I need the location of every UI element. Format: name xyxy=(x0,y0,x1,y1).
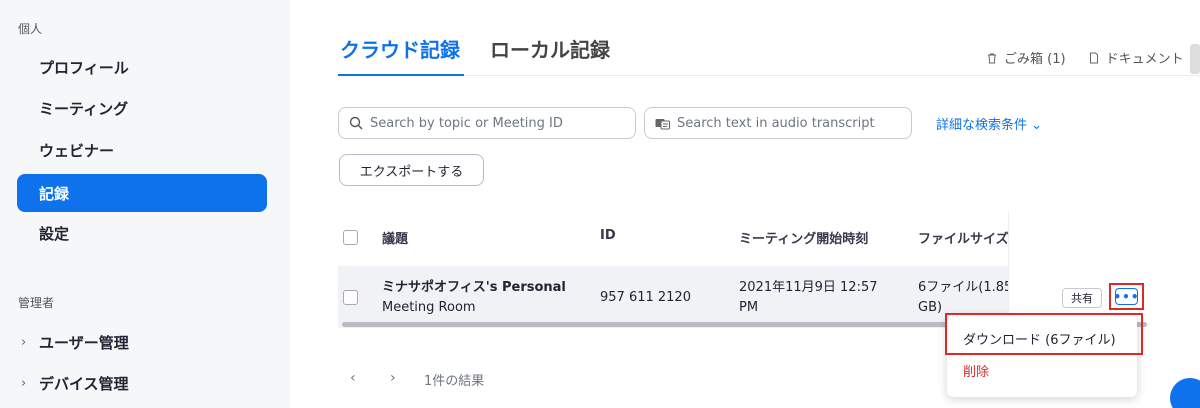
row-checkbox[interactable] xyxy=(343,290,358,305)
row-start-time: 2021年11月9日 12:57 PM xyxy=(739,278,878,318)
row-id: 957 611 2120 xyxy=(600,290,691,305)
sidebar-item-meetings[interactable]: ミーティング xyxy=(17,89,267,127)
sidebar-item-device-management[interactable]: › デバイス管理 xyxy=(17,364,267,402)
column-header-file-size[interactable]: ファイルサイズ xyxy=(918,228,1010,247)
sidebar-item-label: ユーザー管理 xyxy=(39,333,129,352)
result-count: 1件の結果 xyxy=(424,374,485,389)
chevron-down-icon: ⌄ xyxy=(1031,118,1043,133)
personal-section-label: 個人 xyxy=(18,22,43,36)
column-header-id[interactable]: ID xyxy=(600,228,616,243)
row-topic[interactable]: ミナサポオフィス's Personal Meeting Room xyxy=(382,278,566,318)
chevron-right-icon: › xyxy=(21,375,27,391)
row-topic-line2: Meeting Room xyxy=(382,300,476,315)
row-file-size: 6ファイル(1.85 GB) xyxy=(918,278,1008,318)
row-topic-line1: ミナサポオフィス's Personal xyxy=(382,280,566,295)
menu-item-download[interactable]: ダウンロード (6ファイル) xyxy=(963,329,1116,348)
sidebar-item-label: ミーティング xyxy=(39,99,129,118)
tab-cloud-recordings[interactable]: クラウド記録 xyxy=(340,34,460,63)
sidebar-item-label: プロフィール xyxy=(39,58,129,77)
column-header-start-time[interactable]: ミーティング開始時刻 xyxy=(739,228,868,247)
share-button[interactable]: 共有 xyxy=(1062,288,1102,308)
sidebar-item-recordings[interactable]: 記録 xyxy=(17,174,267,212)
sidebar-item-settings[interactable]: 設定 xyxy=(17,214,267,252)
transcript-search-input[interactable] xyxy=(677,115,897,131)
advanced-search-label: 詳細な検索条件 xyxy=(936,118,1028,133)
prev-page-button[interactable]: ‹ xyxy=(350,370,356,386)
trash-icon xyxy=(988,53,996,63)
row-start-time-line2: PM xyxy=(739,300,759,315)
sidebar-item-label: 記録 xyxy=(39,184,70,203)
docs-label: ドキュメント xyxy=(1105,52,1184,67)
docs-link[interactable]: ドキュメント xyxy=(1088,48,1184,67)
sidebar-item-user-management[interactable]: › ユーザー管理 xyxy=(17,323,267,361)
topic-search-box xyxy=(338,107,636,139)
advanced-search-link[interactable]: 詳細な検索条件 ⌄ xyxy=(936,114,1042,133)
active-tab-indicator xyxy=(338,74,464,76)
more-options-button[interactable]: ••• xyxy=(1114,288,1139,305)
sidebar: 個人 プロフィール ミーティング ウェビナー 記録 設定 管理者 › ユーザー管… xyxy=(0,0,290,408)
sidebar-item-label: デバイス管理 xyxy=(39,374,129,393)
transcript-search-box xyxy=(644,107,912,139)
document-icon xyxy=(1089,52,1098,63)
sidebar-item-label: ウェビナー xyxy=(39,141,115,160)
topic-search-input[interactable] xyxy=(370,115,590,131)
sidebar-item-profile[interactable]: プロフィール xyxy=(17,48,267,86)
more-button-highlight: ••• xyxy=(1109,283,1144,310)
more-options-menu: ダウンロード (6ファイル) 削除 xyxy=(945,313,1143,397)
sidebar-item-webinars[interactable]: ウェビナー xyxy=(17,131,267,169)
trash-label: ごみ箱 (1) xyxy=(1004,52,1066,67)
vertical-scrollbar[interactable] xyxy=(1190,44,1200,74)
sidebar-item-label: 設定 xyxy=(39,224,70,243)
search-icon xyxy=(349,116,363,130)
tab-local-recordings[interactable]: ローカル記録 xyxy=(490,34,610,63)
row-start-time-line1: 2021年11月9日 12:57 xyxy=(739,280,878,295)
export-button[interactable]: エクスポートする xyxy=(339,154,484,186)
main-content: クラウド記録 ローカル記録 ごみ箱 (1) ドキュメント 詳細な検索条件 ⌄ エ… xyxy=(290,0,1200,408)
chat-launcher-button[interactable] xyxy=(1170,378,1200,408)
select-all-checkbox[interactable] xyxy=(343,230,358,245)
row-file-size-line1: 6ファイル(1.85 xyxy=(918,280,1008,295)
column-header-topic[interactable]: 議題 xyxy=(382,228,408,247)
transcript-icon xyxy=(655,118,670,129)
trash-link[interactable]: ごみ箱 (1) xyxy=(986,48,1066,67)
tab-divider xyxy=(338,75,1200,76)
top-links: ごみ箱 (1) ドキュメント xyxy=(986,48,1184,67)
chevron-right-icon: › xyxy=(21,334,27,350)
next-page-button[interactable]: › xyxy=(390,370,396,386)
menu-item-delete[interactable]: 削除 xyxy=(963,361,989,380)
admin-section-label: 管理者 xyxy=(18,296,55,310)
